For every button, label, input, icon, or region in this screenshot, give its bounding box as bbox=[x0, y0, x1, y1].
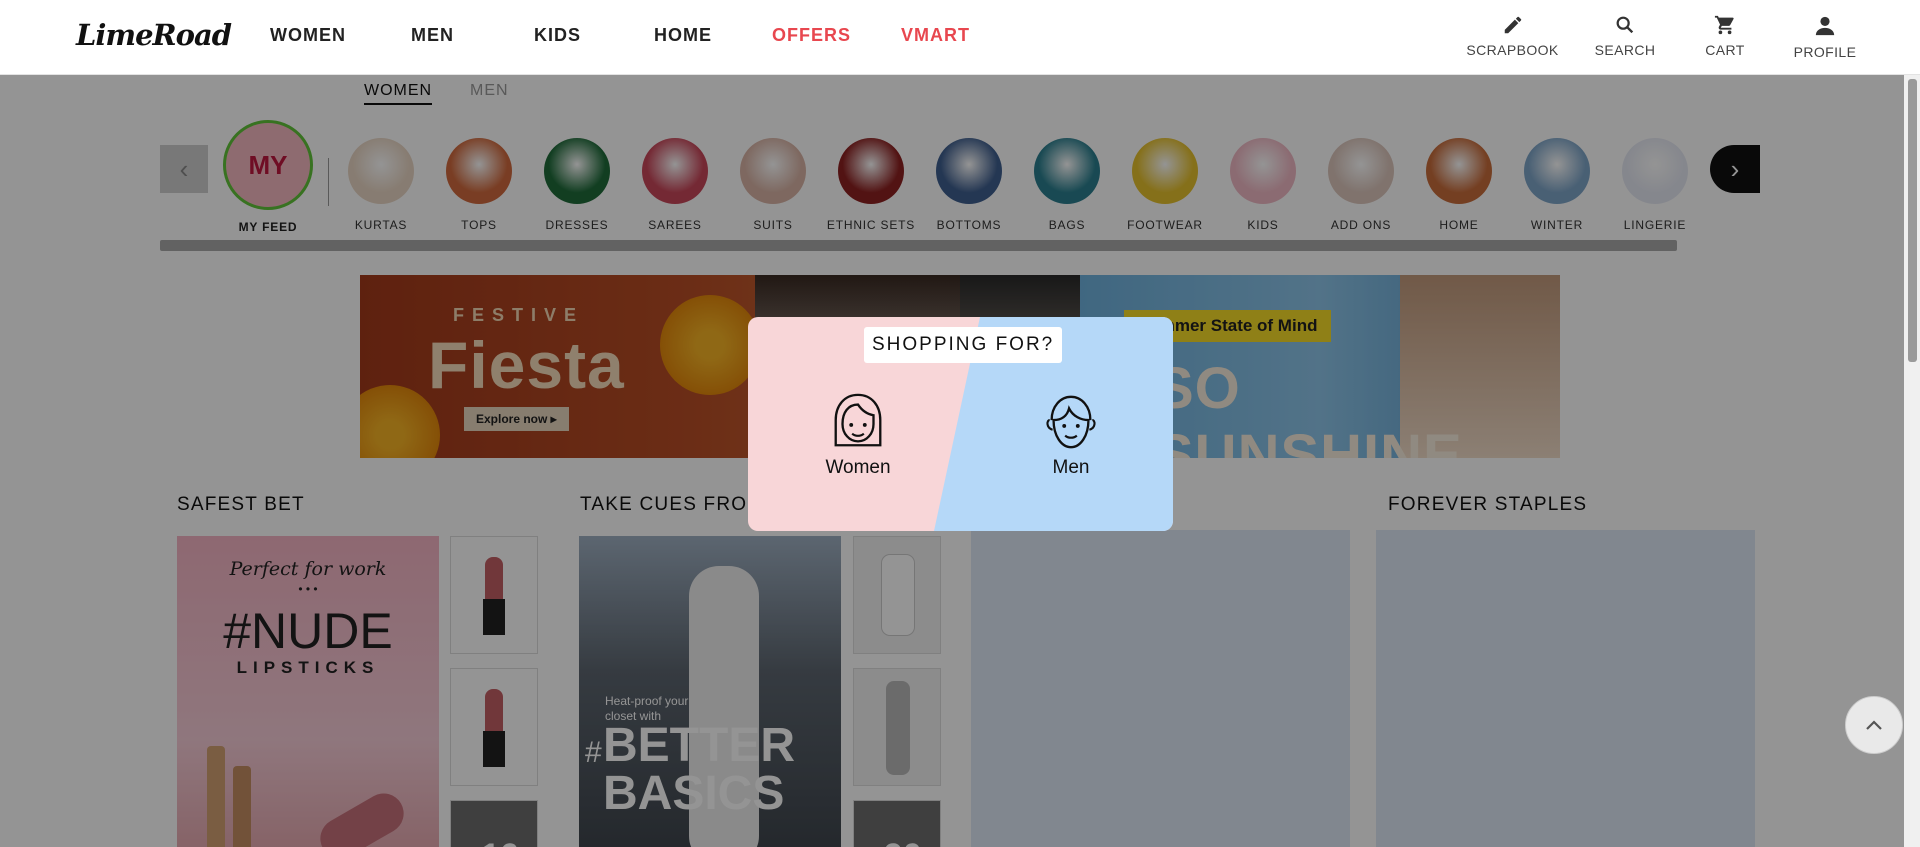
cart-label: CART bbox=[1705, 42, 1745, 58]
scroll-to-top-button[interactable] bbox=[1845, 696, 1903, 754]
site-header: LimeRoad WOMEN MEN KIDS HOME OFFERS VMAR… bbox=[0, 0, 1920, 75]
profile-label: PROFILE bbox=[1793, 44, 1857, 60]
chevron-up-icon bbox=[1866, 720, 1882, 730]
nav-women[interactable]: WOMEN bbox=[270, 25, 346, 46]
person-icon bbox=[1815, 16, 1835, 36]
nav-home[interactable]: HOME bbox=[654, 25, 712, 46]
search-icon bbox=[1616, 16, 1634, 34]
nav-men[interactable]: MEN bbox=[411, 25, 454, 46]
women-option-label: Women bbox=[825, 457, 891, 478]
men-option-label: Men bbox=[1052, 457, 1090, 478]
modal-title: SHOPPING FOR? bbox=[864, 327, 1063, 363]
search-label: SEARCH bbox=[1594, 42, 1656, 58]
site-logo[interactable]: LimeRoad bbox=[76, 18, 232, 52]
cart-icon bbox=[1714, 15, 1734, 35]
profile-button[interactable]: PROFILE bbox=[1790, 14, 1860, 60]
nav-offers[interactable]: OFFERS bbox=[772, 25, 851, 46]
women-option[interactable]: Women bbox=[803, 391, 913, 479]
search-button[interactable]: SEARCH bbox=[1590, 14, 1660, 58]
nav-vmart[interactable]: VMART bbox=[901, 25, 970, 46]
shopping-for-modal: SHOPPING FOR? Women Men bbox=[748, 317, 1173, 531]
scrollbar-thumb[interactable] bbox=[1908, 79, 1917, 362]
pencil-icon bbox=[1504, 16, 1521, 34]
man-face-icon bbox=[1046, 395, 1096, 449]
men-option[interactable]: Men bbox=[1016, 391, 1126, 479]
woman-face-icon bbox=[834, 393, 882, 447]
scrapbook-button[interactable]: SCRAPBOOK bbox=[1465, 14, 1560, 58]
page-scrollbar[interactable] bbox=[1904, 75, 1920, 847]
scrapbook-label: SCRAPBOOK bbox=[1466, 42, 1559, 58]
cart-button[interactable]: CART bbox=[1700, 14, 1750, 58]
nav-kids[interactable]: KIDS bbox=[534, 25, 581, 46]
